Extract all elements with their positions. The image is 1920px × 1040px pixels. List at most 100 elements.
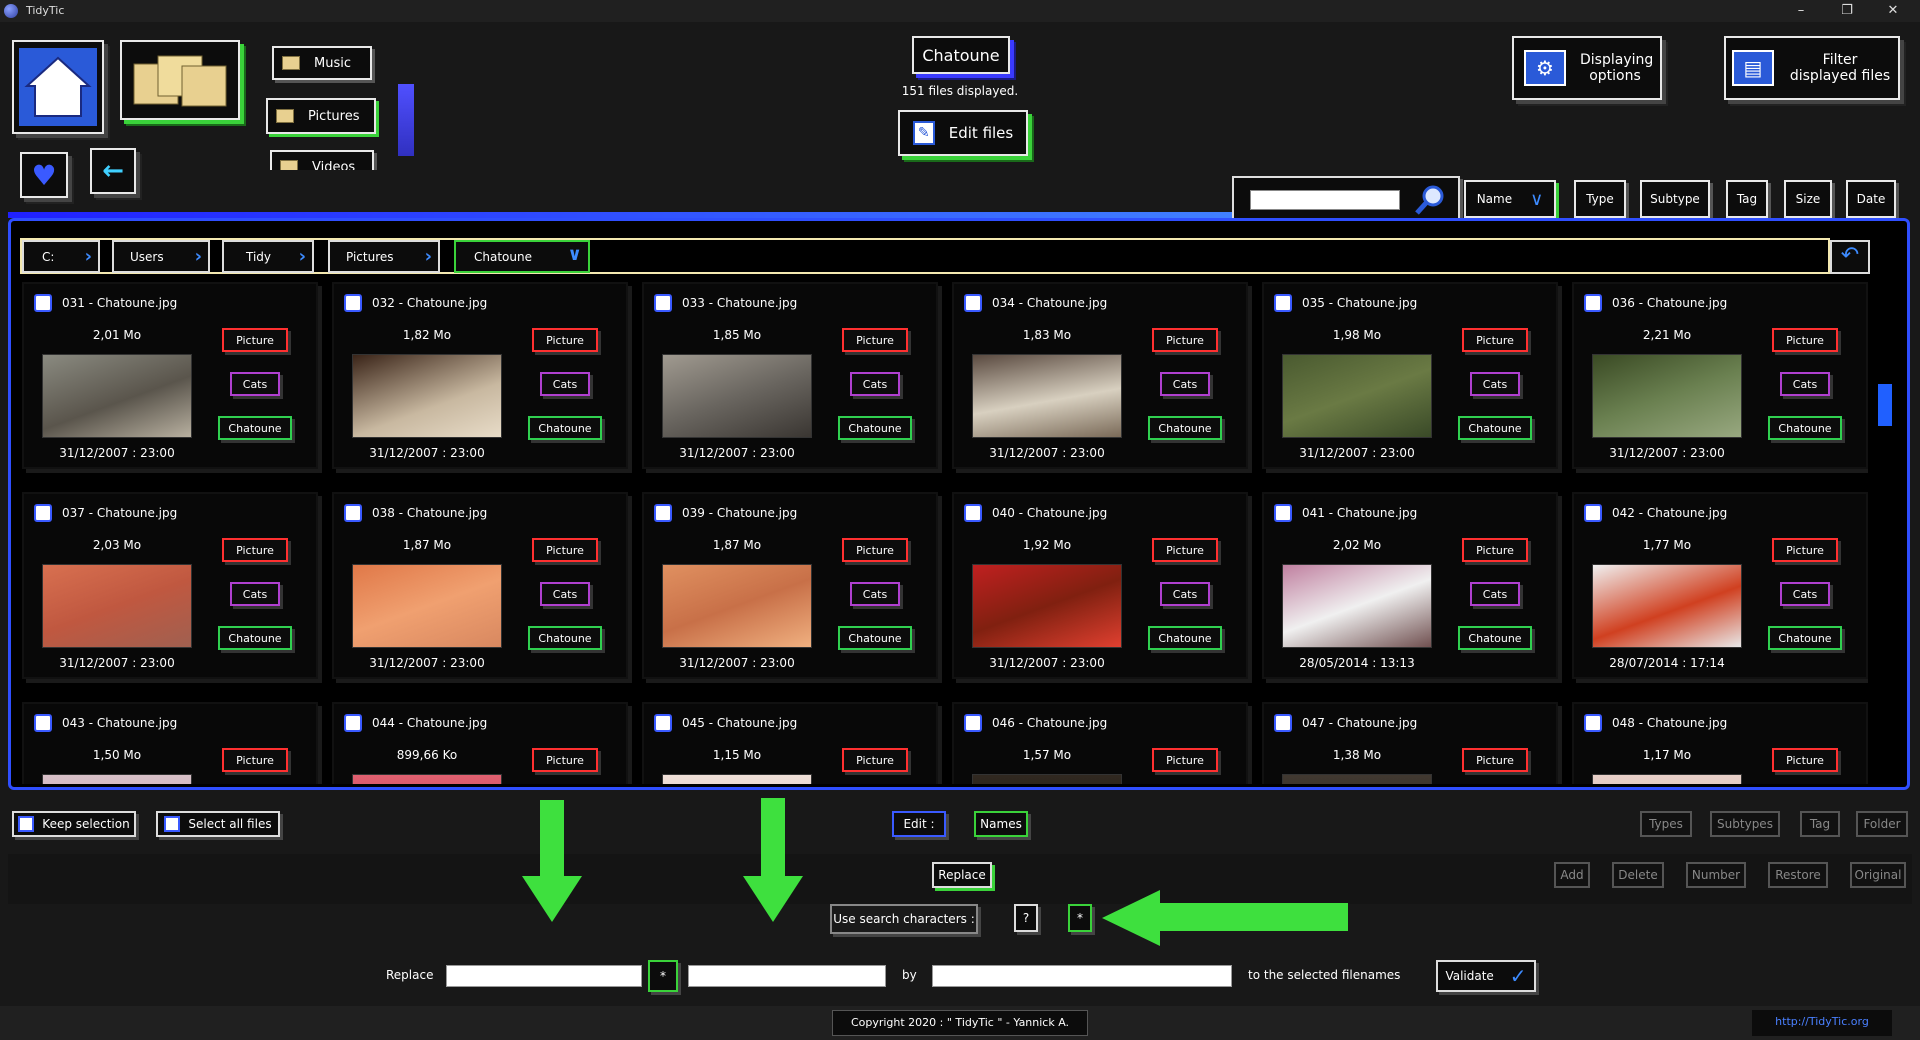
- tag-badge[interactable]: Chatoune: [838, 416, 912, 440]
- file-card[interactable]: 048 - Chatoune.jpg 1,17 Mo Picture: [1572, 702, 1868, 784]
- file-card[interactable]: 047 - Chatoune.jpg 1,38 Mo Picture: [1262, 702, 1558, 784]
- select-checkbox[interactable]: [964, 504, 982, 522]
- grid-scrollbar[interactable]: [1878, 384, 1892, 426]
- select-checkbox[interactable]: [1274, 294, 1292, 312]
- subtype-tag[interactable]: Cats: [540, 372, 590, 396]
- file-card[interactable]: 039 - Chatoune.jpg 1,87 Mo 31/12/2007 : 23…: [642, 492, 938, 679]
- breadcrumb-drive[interactable]: C: ›: [22, 240, 100, 273]
- replace-before-input[interactable]: [446, 965, 642, 987]
- tag-badge[interactable]: Chatoune: [218, 626, 292, 650]
- type-tag[interactable]: Picture: [842, 538, 908, 562]
- select-checkbox[interactable]: [654, 294, 672, 312]
- displaying-options-button[interactable]: ⚙ Displaying options: [1512, 36, 1662, 100]
- file-thumbnail[interactable]: [662, 774, 812, 784]
- file-card[interactable]: 045 - Chatoune.jpg 1,15 Mo Picture: [642, 702, 938, 784]
- sort-size-button[interactable]: Size: [1784, 180, 1832, 218]
- validate-button[interactable]: Validate ✓: [1436, 960, 1536, 992]
- sort-tag-button[interactable]: Tag: [1726, 180, 1768, 218]
- type-tag[interactable]: Picture: [1462, 328, 1528, 352]
- type-tag[interactable]: Picture: [842, 748, 908, 772]
- select-checkbox[interactable]: [654, 714, 672, 732]
- file-card[interactable]: 040 - Chatoune.jpg 1,92 Mo 31/12/2007 : 23…: [952, 492, 1248, 679]
- file-thumbnail[interactable]: [1592, 774, 1742, 784]
- names-button[interactable]: Names: [974, 811, 1028, 837]
- replacement-input[interactable]: [932, 965, 1232, 987]
- sort-date-button[interactable]: Date: [1846, 180, 1896, 218]
- file-thumbnail[interactable]: [662, 564, 812, 648]
- add-button[interactable]: Add: [1554, 862, 1590, 888]
- subtype-tag[interactable]: Cats: [1470, 582, 1520, 606]
- file-card[interactable]: 044 - Chatoune.jpg 899,66 Ko Picture: [332, 702, 628, 784]
- file-thumbnail[interactable]: [1282, 774, 1432, 784]
- file-thumbnail[interactable]: [972, 774, 1122, 784]
- type-tag[interactable]: Picture: [532, 538, 598, 562]
- type-tag[interactable]: Picture: [222, 328, 288, 352]
- question-char-button[interactable]: ?: [1014, 904, 1038, 932]
- search-input[interactable]: [1250, 190, 1400, 210]
- file-thumbnail[interactable]: [352, 354, 502, 438]
- type-tag[interactable]: Picture: [532, 328, 598, 352]
- types-button[interactable]: Types: [1640, 811, 1692, 837]
- tag-badge[interactable]: Chatoune: [1768, 416, 1842, 440]
- subtype-tag[interactable]: Cats: [230, 582, 280, 606]
- folder-button[interactable]: Folder: [1856, 811, 1908, 837]
- subtype-tag[interactable]: Cats: [540, 582, 590, 606]
- original-button[interactable]: Original: [1850, 862, 1906, 888]
- select-checkbox[interactable]: [344, 714, 362, 732]
- tag-badge[interactable]: Chatoune: [1768, 626, 1842, 650]
- subtypes-button[interactable]: Subtypes: [1710, 811, 1780, 837]
- minimize-button[interactable]: –: [1778, 0, 1824, 22]
- folder-scrollbar[interactable]: [398, 84, 414, 156]
- sort-name-button[interactable]: Name ∨: [1464, 180, 1556, 218]
- folder-music-button[interactable]: Music: [272, 46, 372, 80]
- file-card[interactable]: 046 - Chatoune.jpg 1,57 Mo Picture: [952, 702, 1248, 784]
- file-thumbnail[interactable]: [352, 564, 502, 648]
- select-all-button[interactable]: Select all files: [156, 811, 280, 837]
- file-card[interactable]: 034 - Chatoune.jpg 1,83 Mo 31/12/2007 : 23…: [952, 282, 1248, 469]
- tag-badge[interactable]: Chatoune: [528, 416, 602, 440]
- separator-star-button[interactable]: *: [648, 960, 678, 992]
- select-checkbox[interactable]: [344, 504, 362, 522]
- tag-badge[interactable]: Chatoune: [1148, 626, 1222, 650]
- website-link[interactable]: http://TidyTic.org: [1752, 1010, 1892, 1036]
- type-tag[interactable]: Picture: [1772, 328, 1838, 352]
- tag-badge[interactable]: Chatoune: [218, 416, 292, 440]
- type-tag[interactable]: Picture: [1152, 538, 1218, 562]
- folders-button[interactable]: [120, 40, 240, 120]
- close-button[interactable]: ✕: [1870, 0, 1916, 22]
- current-folder-button[interactable]: Chatoune: [912, 36, 1010, 74]
- type-tag[interactable]: Picture: [1772, 538, 1838, 562]
- tag-badge[interactable]: Chatoune: [1458, 416, 1532, 440]
- subtype-tag[interactable]: Cats: [1780, 372, 1830, 396]
- type-tag[interactable]: Picture: [222, 748, 288, 772]
- file-thumbnail[interactable]: [42, 774, 192, 784]
- file-thumbnail[interactable]: [42, 354, 192, 438]
- subtype-tag[interactable]: Cats: [230, 372, 280, 396]
- select-checkbox[interactable]: [1584, 714, 1602, 732]
- breadcrumb-pictures[interactable]: Pictures ›: [328, 240, 440, 273]
- type-tag[interactable]: Picture: [532, 748, 598, 772]
- type-tag[interactable]: Picture: [1152, 748, 1218, 772]
- folder-pictures-button[interactable]: Pictures: [266, 98, 376, 134]
- type-tag[interactable]: Picture: [1462, 748, 1528, 772]
- tag-badge[interactable]: Chatoune: [528, 626, 602, 650]
- file-card[interactable]: 032 - Chatoune.jpg 1,82 Mo 31/12/2007 : 23…: [332, 282, 628, 469]
- replace-mode-button[interactable]: Replace: [932, 862, 992, 888]
- file-card[interactable]: 041 - Chatoune.jpg 2,02 Mo 28/05/2014 : 13…: [1262, 492, 1558, 679]
- file-card[interactable]: 033 - Chatoune.jpg 1,85 Mo 31/12/2007 : 23…: [642, 282, 938, 469]
- type-tag[interactable]: Picture: [1462, 538, 1528, 562]
- search-icon[interactable]: [1414, 184, 1446, 216]
- type-tag[interactable]: Picture: [222, 538, 288, 562]
- file-thumbnail[interactable]: [1592, 564, 1742, 648]
- folder-videos-button[interactable]: Videos: [270, 150, 374, 170]
- file-thumbnail[interactable]: [42, 564, 192, 648]
- edit-mode-button[interactable]: Edit :: [892, 811, 946, 837]
- select-checkbox[interactable]: [34, 294, 52, 312]
- breadcrumb-chatoune[interactable]: Chatoune ∨: [454, 240, 590, 273]
- select-checkbox[interactable]: [1274, 504, 1292, 522]
- file-thumbnail[interactable]: [972, 564, 1122, 648]
- breadcrumb-users[interactable]: Users ›: [112, 240, 210, 273]
- edit-files-button[interactable]: ✎ Edit files: [898, 110, 1028, 156]
- restore-button[interactable]: ❐: [1824, 0, 1870, 22]
- subtype-tag[interactable]: Cats: [850, 372, 900, 396]
